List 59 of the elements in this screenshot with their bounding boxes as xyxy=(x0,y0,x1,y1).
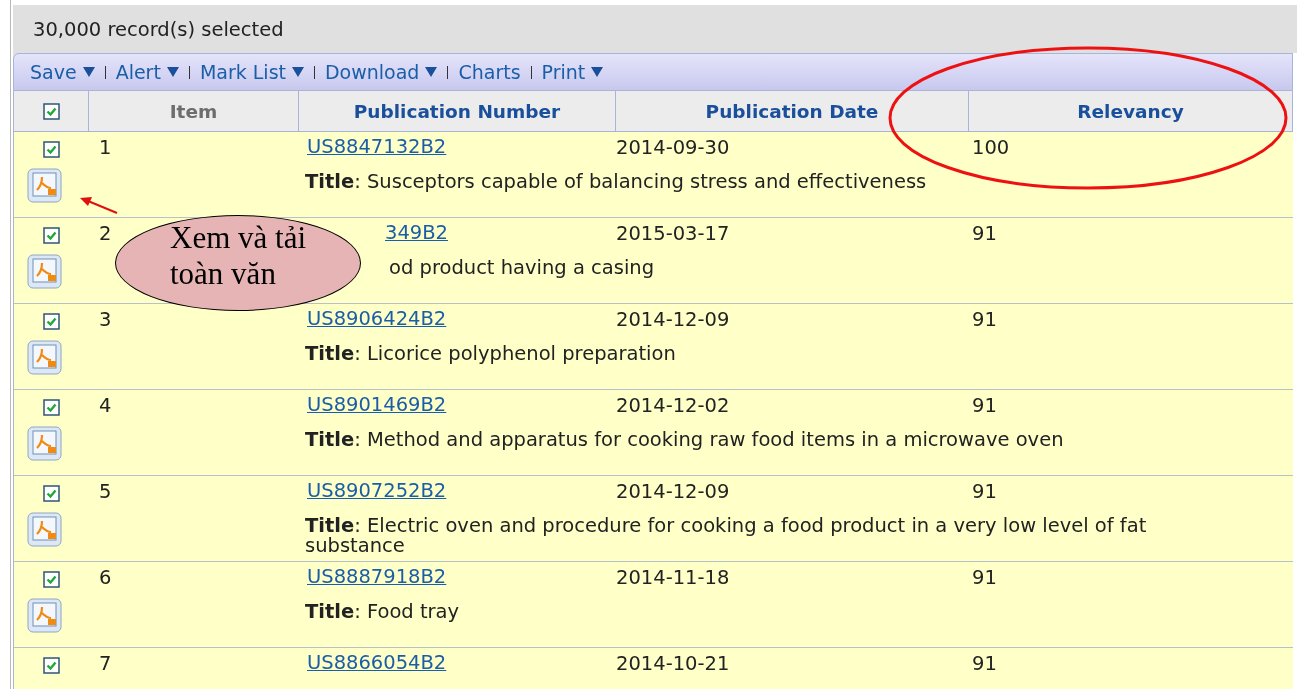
relevancy-score: 91 xyxy=(972,480,997,503)
publication-number-link[interactable]: 349B2 xyxy=(385,221,448,244)
publication-date: 2014-10-21 xyxy=(616,652,730,675)
relevancy-score: 91 xyxy=(972,652,997,675)
publication-date: 2014-09-30 xyxy=(616,136,730,159)
pdf-icon[interactable] xyxy=(27,512,62,547)
publication-date: 2014-11-18 xyxy=(616,566,730,589)
checkbox[interactable] xyxy=(43,399,60,416)
item-number: 3 xyxy=(99,308,112,331)
pdf-icon[interactable] xyxy=(27,254,62,289)
item-number: 2 xyxy=(99,222,112,245)
publication-date: 2014-12-09 xyxy=(616,308,730,331)
toolbar-menu[interactable]: Download xyxy=(325,61,438,83)
patent-title: Title: Susceptors capable of balancing stress and effectiveness xyxy=(305,170,927,193)
pdf-icon[interactable] xyxy=(27,598,62,633)
publication-number-link[interactable]: US8901469B2 xyxy=(307,393,447,416)
publication-number-link[interactable]: US8907252B2 xyxy=(307,479,447,502)
pdf-icon[interactable] xyxy=(27,340,62,375)
column-header[interactable]: Publication Date xyxy=(705,100,879,122)
relevancy-score: 100 xyxy=(972,136,1010,159)
column-header[interactable]: Publication Number xyxy=(353,100,561,122)
checkbox[interactable] xyxy=(43,141,60,158)
relevancy-score: 91 xyxy=(972,394,997,417)
toolbar-menu[interactable]: Alert xyxy=(115,61,179,83)
patent-title: Title: Food tray xyxy=(305,600,460,623)
toolbar-menu[interactable]: Print xyxy=(541,61,604,83)
selection-summary: 30,000 record(s) selected xyxy=(32,17,284,41)
item-number: 7 xyxy=(99,652,112,675)
toolbar-menu[interactable]: Mark List xyxy=(199,61,304,83)
publication-number-link[interactable]: US8866054B2 xyxy=(307,651,447,674)
checkbox[interactable] xyxy=(43,571,60,588)
pdf-icon[interactable] xyxy=(27,168,62,203)
checkbox[interactable] xyxy=(42,102,60,120)
patent-title: od product having a casing xyxy=(389,256,655,279)
annotation-arrow xyxy=(80,197,118,214)
relevancy-score: 91 xyxy=(972,222,997,245)
checkbox[interactable] xyxy=(43,657,60,674)
item-number: 1 xyxy=(99,136,112,159)
column-header: Item xyxy=(169,100,218,122)
item-number: 5 xyxy=(99,480,112,503)
patent-title: Title: Method and apparatus for cooking raw food items in a microwave oven xyxy=(305,428,1064,451)
item-number: 6 xyxy=(99,566,112,589)
toolbar-menu[interactable]: Save xyxy=(30,61,95,83)
item-number: 4 xyxy=(99,394,112,417)
toolbar-menu[interactable]: Charts xyxy=(458,61,521,83)
checkbox[interactable] xyxy=(43,313,60,330)
relevancy-score: 91 xyxy=(972,308,997,331)
patent-title: Title: Licorice polyphenol preparation xyxy=(305,342,676,365)
column-header[interactable]: Relevancy xyxy=(1077,100,1184,122)
publication-number-link[interactable]: US8887918B2 xyxy=(307,565,447,588)
publication-date: 2015-03-17 xyxy=(616,222,730,245)
publication-date: 2014-12-09 xyxy=(616,480,730,503)
relevancy-score: 91 xyxy=(972,566,997,589)
pdf-icon[interactable] xyxy=(27,426,62,461)
patent-title: Title: Electric oven and procedure for cooking a food product in a very low level of fat substance xyxy=(305,514,1147,557)
checkbox[interactable] xyxy=(43,227,60,244)
checkbox[interactable] xyxy=(43,485,60,502)
publication-date: 2014-12-02 xyxy=(616,394,730,417)
publication-number-link[interactable]: US8847132B2 xyxy=(307,135,447,158)
